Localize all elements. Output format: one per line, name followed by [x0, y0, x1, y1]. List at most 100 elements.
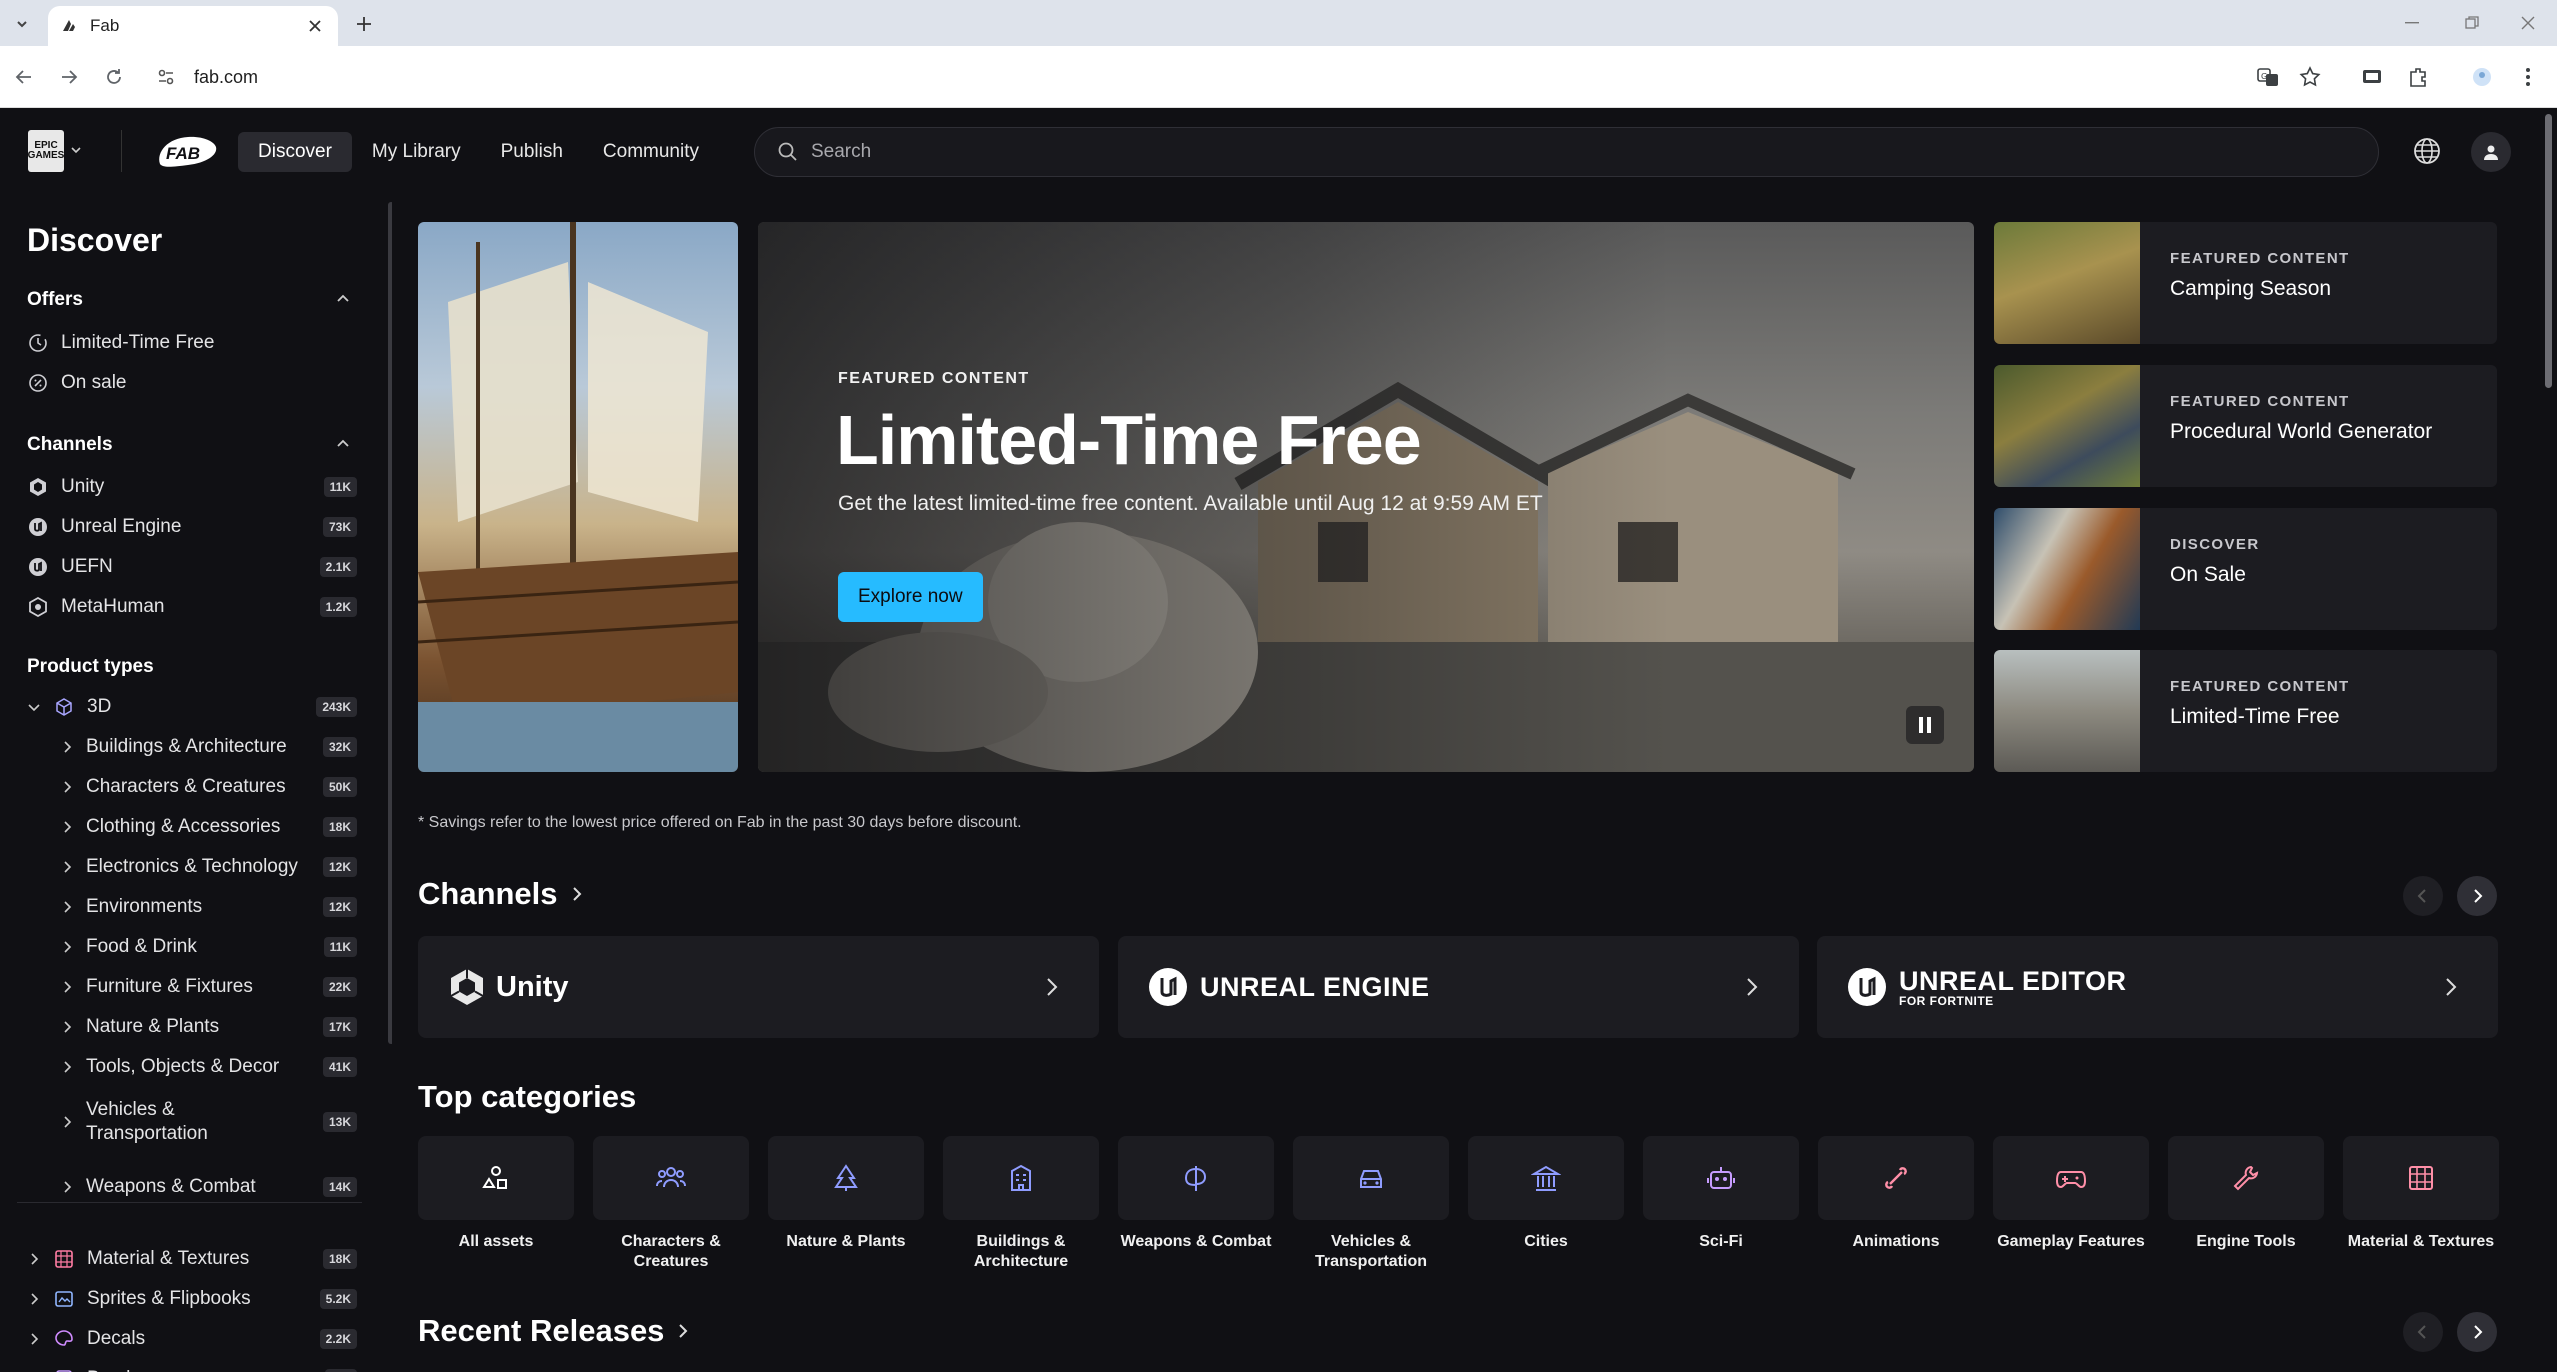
sidebar-item-uefn[interactable]: UEFN 2.1K	[27, 550, 357, 584]
language-globe-icon[interactable]	[2412, 136, 2444, 168]
chevron-right-icon[interactable]	[60, 1060, 80, 1074]
bookmark-star-icon[interactable]	[2296, 63, 2324, 91]
sidebar-item-unreal-engine[interactable]: Unreal Engine 73K	[27, 510, 357, 544]
category-icon-box[interactable]	[1643, 1136, 1799, 1220]
category-card[interactable]: Weapons & Combat	[1118, 1136, 1274, 1252]
chevron-right-icon[interactable]	[60, 740, 80, 754]
sidebar-section-channels[interactable]: Channels	[27, 434, 113, 456]
channel-card-unity[interactable]: Unity	[418, 936, 1099, 1038]
category-icon-box[interactable]	[1468, 1136, 1624, 1220]
category-card[interactable]: Gameplay Features	[1993, 1136, 2149, 1252]
chevron-right-icon[interactable]	[60, 820, 80, 834]
channels-next-button[interactable]	[2457, 876, 2497, 916]
sidebar-item-limited-time-free[interactable]: Limited-Time Free	[27, 326, 357, 360]
tab-search-chevron-icon[interactable]	[8, 10, 36, 38]
channel-card-unreal-engine[interactable]: UNREAL ENGINE	[1118, 936, 1799, 1038]
epic-games-logo[interactable]: EPIC GAMES	[28, 130, 64, 172]
category-icon-box[interactable]	[1293, 1136, 1449, 1220]
category-card[interactable]: All assets	[418, 1136, 574, 1252]
category-card[interactable]: Nature & Plants	[768, 1136, 924, 1252]
chevron-right-icon[interactable]	[27, 1292, 47, 1306]
channels-prev-button[interactable]	[2403, 876, 2443, 916]
translate-icon[interactable]: G	[2254, 63, 2282, 91]
search-input[interactable]	[811, 141, 2311, 163]
chevron-down-icon[interactable]	[70, 144, 82, 156]
chevron-right-icon[interactable]	[27, 1332, 47, 1346]
featured-card-procedural-world[interactable]: FEATURED CONTENT Procedural World Genera…	[1994, 365, 2497, 487]
user-avatar[interactable]	[2471, 132, 2511, 172]
pause-icon[interactable]	[1906, 706, 1944, 744]
nav-my-library[interactable]: My Library	[352, 132, 481, 172]
chevron-right-icon[interactable]	[60, 980, 80, 994]
sidebar-scrollbar[interactable]	[388, 202, 392, 1044]
category-card[interactable]: Material & Textures	[2343, 1136, 2499, 1252]
back-icon[interactable]	[10, 63, 38, 91]
category-card[interactable]: Buildings & Architecture	[943, 1136, 1099, 1272]
channel-card-uefn[interactable]: UNREAL EDITOR FOR FORTNITE	[1817, 936, 2498, 1038]
chevron-right-icon[interactable]	[60, 1115, 80, 1129]
featured-card-limited-time-free[interactable]: FEATURED CONTENT Limited-Time Free	[1994, 650, 2497, 772]
category-icon-box[interactable]	[2343, 1136, 2499, 1220]
category-icon-box[interactable]	[1993, 1136, 2149, 1220]
close-window-icon[interactable]	[2500, 0, 2556, 46]
chevron-up-icon[interactable]	[335, 436, 355, 456]
sidebar-subitem[interactable]: Clothing & Accessories 18K	[60, 810, 357, 844]
explore-now-button[interactable]: Explore now	[838, 572, 983, 622]
sidebar-subitem[interactable]: Nature & Plants 17K	[60, 1010, 357, 1044]
sidebar-item-product-type[interactable]: Sprites & Flipbooks 5.2K	[27, 1282, 357, 1316]
category-icon-box[interactable]	[768, 1136, 924, 1220]
forward-icon[interactable]	[55, 63, 83, 91]
browser-tab[interactable]: Fab	[48, 6, 338, 46]
chevron-right-icon[interactable]	[27, 1252, 47, 1266]
sidebar-item-product-type[interactable]: Brushes519	[27, 1362, 357, 1372]
close-tab-icon[interactable]	[304, 15, 326, 37]
address-bar[interactable]: fab.com	[140, 55, 2290, 99]
category-icon-box[interactable]	[1118, 1136, 1274, 1220]
category-icon-box[interactable]	[2168, 1136, 2324, 1220]
sidebar-subitem[interactable]: Characters & Creatures 50K	[60, 770, 357, 804]
sidebar-subitem[interactable]: Vehicles & Transportation 13K	[60, 1094, 357, 1150]
chevron-right-icon[interactable]	[60, 860, 80, 874]
category-card[interactable]: Sci-Fi	[1643, 1136, 1799, 1252]
site-info-icon[interactable]	[152, 63, 180, 91]
new-tab-icon[interactable]	[350, 10, 378, 38]
category-icon-box[interactable]	[593, 1136, 749, 1220]
sidebar-item-product-type[interactable]: Decals 2.2K	[27, 1322, 357, 1356]
nav-publish[interactable]: Publish	[481, 132, 583, 172]
chevron-right-icon[interactable]	[60, 780, 80, 794]
fab-logo[interactable]: FAB	[154, 132, 220, 170]
chevron-right-icon[interactable]	[60, 1020, 80, 1034]
recent-next-button[interactable]	[2457, 1312, 2497, 1352]
page-scrollbar[interactable]	[2540, 108, 2557, 1372]
sidebar-subitem[interactable]: Buildings & Architecture 32K	[60, 730, 357, 764]
nav-discover[interactable]: Discover	[238, 132, 352, 172]
chevron-up-icon[interactable]	[335, 291, 355, 311]
sidebar-subitem[interactable]: Tools, Objects & Decor 41K	[60, 1050, 357, 1084]
category-card[interactable]: Cities	[1468, 1136, 1624, 1252]
channels-section-title[interactable]: Channels	[418, 876, 584, 912]
extensions-icon[interactable]	[2404, 63, 2432, 91]
featured-card-camping-season[interactable]: FEATURED CONTENT Camping Season	[1994, 222, 2497, 344]
category-icon-box[interactable]	[1818, 1136, 1974, 1220]
minimize-window-icon[interactable]	[2384, 0, 2440, 46]
recent-releases-title[interactable]: Recent Releases	[418, 1313, 690, 1349]
sidebar-section-offers[interactable]: Offers	[27, 289, 83, 311]
category-icon-box[interactable]	[943, 1136, 1099, 1220]
chevron-down-icon[interactable]	[27, 700, 47, 714]
sidebar-item-unity[interactable]: Unity 11K	[27, 470, 357, 504]
category-card[interactable]: Vehicles & Transportation	[1293, 1136, 1449, 1272]
sidebar-item-3d[interactable]: 3D 243K	[27, 690, 357, 724]
chevron-right-icon[interactable]	[60, 900, 80, 914]
category-card[interactable]: Characters & Creatures	[593, 1136, 749, 1272]
browser-menu-icon[interactable]	[2514, 63, 2542, 91]
featured-card-on-sale[interactable]: DISCOVER On Sale	[1994, 508, 2497, 630]
category-icon-box[interactable]	[418, 1136, 574, 1220]
hero-side-image-ship[interactable]	[418, 222, 738, 772]
profile-icon[interactable]	[2468, 63, 2496, 91]
nav-community[interactable]: Community	[583, 132, 719, 172]
category-card[interactable]: Engine Tools	[2168, 1136, 2324, 1252]
recent-prev-button[interactable]	[2403, 1312, 2443, 1352]
sidebar-item-product-type[interactable]: Material & Textures 18K	[27, 1242, 357, 1276]
sidebar-item-on-sale[interactable]: On sale	[27, 366, 357, 400]
chevron-right-icon[interactable]	[60, 1180, 80, 1194]
